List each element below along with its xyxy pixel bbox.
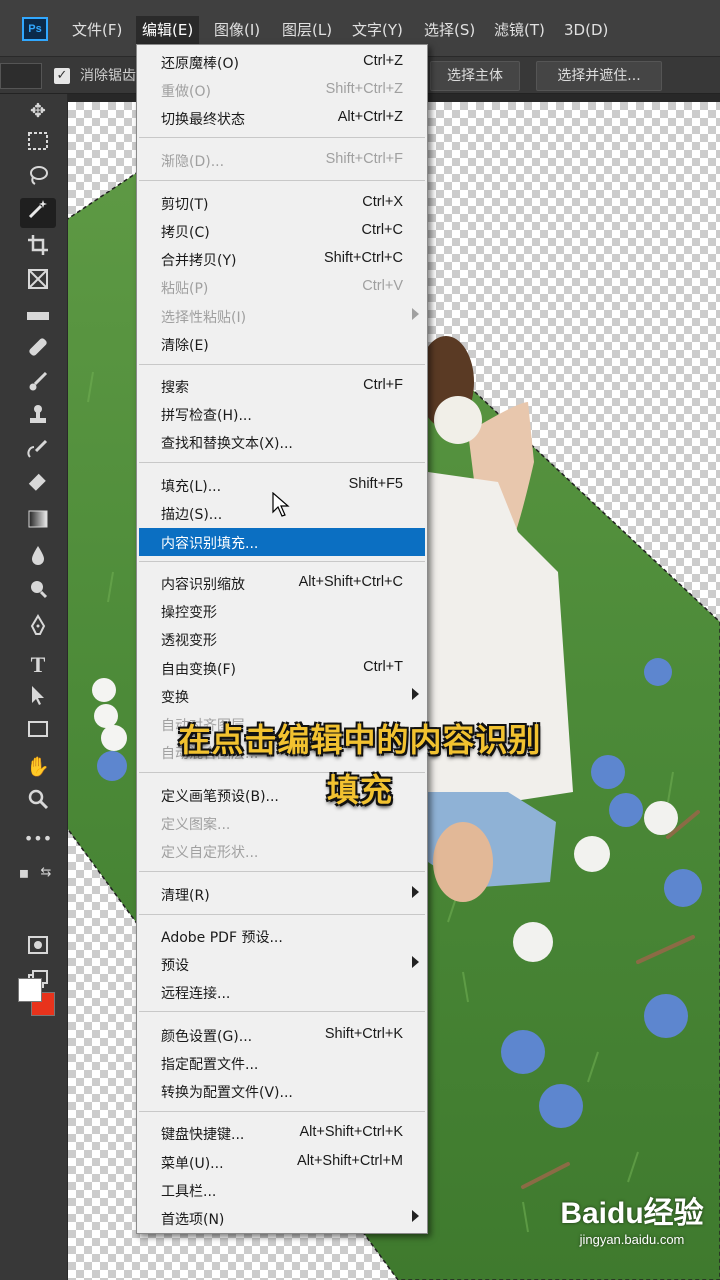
quick-mask-icon[interactable]	[20, 934, 56, 964]
menu-item-puppet-warp[interactable]: 操控变形	[137, 597, 427, 625]
menu-item-undo[interactable]: 还原魔棒(O) Ctrl+Z	[137, 48, 427, 76]
clone-stamp-tool-icon[interactable]	[20, 404, 56, 434]
menu-item-color-settings[interactable]: 颜色设置(G)... Shift+Ctrl+K	[137, 1021, 427, 1049]
menu-item-convert-to-profile[interactable]: 转换为配置文件(V)...	[137, 1077, 427, 1105]
menu-separator	[139, 1111, 425, 1112]
menu-item-menus[interactable]: 菜单(U)... Alt+Shift+Ctrl+M	[137, 1148, 427, 1176]
watermark-url: jingyan.baidu.com	[579, 1232, 685, 1247]
anti-alias-checkbox[interactable]: ✓	[54, 68, 70, 84]
tool-preset-picker[interactable]	[0, 63, 42, 89]
crop-tool-icon[interactable]	[20, 234, 56, 264]
edit-menu-dropdown: 还原魔棒(O) Ctrl+Z 重做(O) Shift+Ctrl+Z 切换最终状态 Al…	[136, 44, 428, 1234]
menu-3d[interactable]: 3D(D)	[558, 16, 614, 44]
menu-item-paste: 粘贴(P) Ctrl+V	[161, 278, 403, 297]
lasso-tool-icon[interactable]	[20, 164, 56, 194]
healing-brush-tool-icon[interactable]	[20, 336, 56, 366]
menu-item-paste-special: 选择性粘贴(I)	[137, 302, 427, 330]
menu-item-find-replace-text[interactable]: 查找和替换文本(X)...	[137, 428, 427, 456]
brush-tool-icon[interactable]	[20, 370, 56, 400]
hand-tool-icon[interactable]: ✋	[20, 752, 56, 782]
photoshop-logo: Ps	[22, 17, 48, 41]
pen-tool-icon[interactable]	[20, 614, 56, 644]
ruler-tool-icon[interactable]	[20, 302, 56, 332]
magic-wand-tool-icon[interactable]	[20, 198, 56, 228]
select-subject-button[interactable]: 选择主体	[430, 61, 520, 91]
menu-item-search[interactable]: 搜索 Ctrl+F	[137, 372, 427, 400]
submenu-arrow-icon	[412, 956, 419, 968]
menu-item-fade: 渐隐(D)... Shift+Ctrl+F	[161, 151, 403, 170]
menu-item-define-custom-shape: 定义自定形状...	[161, 845, 259, 861]
menu-file[interactable]: 文件(F)	[66, 16, 128, 44]
menu-item-copy-merged[interactable]: 合并拷贝(Y) Shift+Ctrl+C	[137, 245, 427, 273]
submenu-arrow-icon	[412, 688, 419, 700]
submenu-arrow-icon	[412, 886, 419, 898]
menu-image[interactable]: 图像(I)	[208, 16, 266, 44]
menu-item-presets[interactable]: 预设	[137, 950, 427, 978]
frame-tool-icon[interactable]	[20, 268, 56, 298]
menu-item-keyboard-shortcuts[interactable]: 键盘快捷键... Alt+Shift+Ctrl+K	[137, 1119, 427, 1147]
rectangle-tool-icon[interactable]	[20, 718, 56, 748]
dodge-tool-icon[interactable]	[20, 578, 56, 608]
menu-item-copy[interactable]: 拷贝(C) Ctrl+C	[137, 217, 427, 245]
type-tool-icon[interactable]: T	[20, 650, 56, 680]
menu-separator	[139, 914, 425, 915]
menu-separator	[139, 137, 425, 138]
more-tools-icon[interactable]: •••	[20, 824, 56, 854]
menu-separator	[139, 871, 425, 872]
gradient-tool-icon[interactable]	[20, 508, 56, 538]
swap-colors-icon[interactable]: ⇆	[36, 858, 56, 888]
menu-separator	[139, 561, 425, 562]
caption-line-2: 填充	[326, 771, 393, 809]
move-tool-icon[interactable]: ✥	[20, 96, 56, 126]
menu-filter[interactable]: 滤镜(T)	[488, 16, 551, 44]
menu-select[interactable]: 选择(S)	[418, 16, 481, 44]
menu-separator	[139, 364, 425, 365]
caption-line-1: 在点击编辑中的内容识别	[178, 721, 542, 759]
menu-item-preferences[interactable]: 首选项(N)	[137, 1204, 427, 1232]
tools-panel: ✥ T ✋ ••• ◼ ⇆	[0, 94, 68, 1280]
menu-item-perspective-warp[interactable]: 透视变形	[137, 625, 427, 653]
marquee-tool-icon[interactable]	[20, 130, 56, 160]
menu-item-assign-profile[interactable]: 指定配置文件...	[137, 1049, 427, 1077]
anti-alias-label: 消除锯齿	[80, 68, 136, 84]
menu-edit[interactable]: 编辑(E)	[136, 16, 200, 44]
menu-item-redo: 重做(O) Shift+Ctrl+Z	[161, 81, 403, 100]
watermark-brand: Baidu经验	[560, 1197, 704, 1230]
menu-item-free-transform[interactable]: 自由变换(F) Ctrl+T	[137, 654, 427, 682]
menu-item-cut[interactable]: 剪切(T) Ctrl+X	[137, 189, 427, 217]
blur-tool-icon[interactable]	[20, 544, 56, 574]
menu-item-purge[interactable]: 清理(R)	[137, 880, 427, 908]
foreground-color-swatch[interactable]	[18, 978, 42, 1002]
menu-separator	[139, 1011, 425, 1012]
menu-item-clear[interactable]: 清除(E)	[137, 330, 427, 358]
default-colors-icon[interactable]: ◼	[14, 858, 34, 888]
select-and-mask-button[interactable]: 选择并遮住...	[536, 61, 662, 91]
menu-item-transform[interactable]: 变换	[137, 682, 427, 710]
eraser-tool-icon[interactable]	[20, 472, 56, 502]
menu-item-toolbar[interactable]: 工具栏...	[137, 1176, 427, 1204]
menu-item-content-aware-fill[interactable]: 内容识别填充...	[139, 528, 425, 556]
submenu-arrow-icon	[412, 308, 419, 320]
menu-item-check-spelling[interactable]: 拼写检查(H)...	[137, 400, 427, 428]
menu-item-content-aware-scale[interactable]: 内容识别缩放 Alt+Shift+Ctrl+C	[137, 569, 427, 597]
menu-item-adobe-pdf-presets[interactable]: Adobe PDF 预设...	[137, 922, 427, 950]
path-selection-tool-icon[interactable]	[20, 684, 56, 714]
menu-item-toggle-last-state[interactable]: 切换最终状态 Alt+Ctrl+Z	[137, 104, 427, 132]
baidu-watermark: Baidu经验 jingyan.baidu.com	[552, 1196, 712, 1248]
menu-layer[interactable]: 图层(L)	[276, 16, 338, 44]
menu-separator	[139, 180, 425, 181]
submenu-arrow-icon	[412, 1210, 419, 1222]
menu-item-remote-connections[interactable]: 远程连接...	[137, 978, 427, 1006]
menu-separator	[139, 462, 425, 463]
tutorial-caption: 在点击编辑中的内容识别 填充	[140, 715, 580, 815]
zoom-tool-icon[interactable]	[20, 788, 56, 818]
mouse-cursor-icon	[272, 492, 290, 517]
history-brush-tool-icon[interactable]	[20, 438, 56, 468]
menu-type[interactable]: 文字(Y)	[346, 16, 409, 44]
